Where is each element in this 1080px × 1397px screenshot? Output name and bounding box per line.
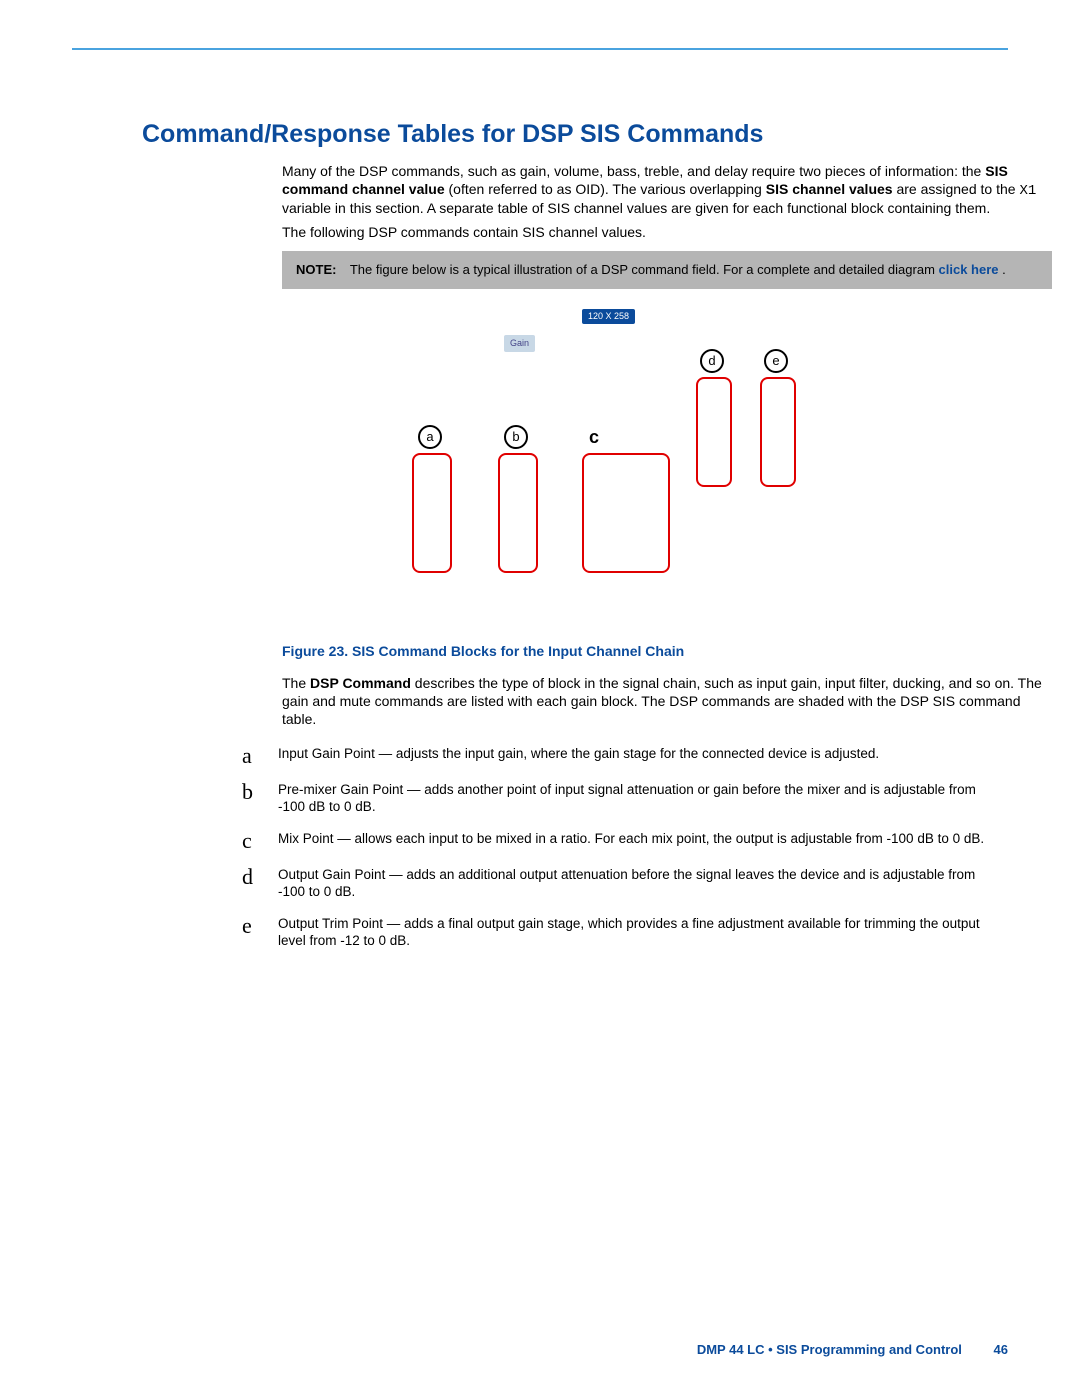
page: Command/Response Tables for DSP SIS Comm… [0,0,1080,1397]
body-column: Many of the DSP commands, such as gain, … [282,163,1052,950]
list-item: d Output Gain Point — adds an additional… [242,866,1052,901]
diagram-marker-c: c [582,425,606,449]
diagram-marker-b: b [504,425,528,449]
intro-text-3: (often referred to as OID). The various … [449,181,766,197]
note-link[interactable]: click here [939,262,999,277]
list-text-c: Mix Point — allows each input to be mixe… [278,830,984,852]
note-label: NOTE: [296,262,336,277]
figure-number: Figure 23. [282,643,348,659]
list-text-b: Pre-mixer Gain Point — adds another poin… [278,781,998,816]
list-text-d: Output Gain Point — adds an additional o… [278,866,998,901]
red-box-e [760,377,796,487]
figure-caption: Figure 23. SIS Command Blocks for the In… [282,643,1052,661]
intro-text-1: Many of the DSP commands, such as gain, … [282,163,985,179]
red-box-a [412,453,452,573]
note-box: NOTE: The figure below is a typical illu… [282,251,1052,289]
red-box-d [696,377,732,487]
after-fig-2: DSP Command [310,675,411,691]
after-fig-1: The [282,675,310,691]
list-letter-c: c [242,830,278,852]
page-footer: DMP 44 LC • SIS Programming and Control … [697,1342,1008,1357]
red-box-c [582,453,670,573]
intro-paragraph-2: The following DSP commands contain SIS c… [282,224,1052,242]
top-rule [72,48,1008,50]
list-letter-a: a [242,745,278,767]
footer-title: DMP 44 LC • SIS Programming and Control [697,1342,962,1357]
intro-text-4: SIS channel values [766,181,897,197]
red-box-b [498,453,538,573]
list-item: e Output Trim Point — adds a final outpu… [242,915,1052,950]
diagram-marker-a: a [418,425,442,449]
list-text-a: Input Gain Point — adjusts the input gai… [278,745,879,767]
diagram-marker-d: d [700,349,724,373]
diagram-marker-e: e [764,349,788,373]
intro-text-6: variable in this section. A separate tab… [282,200,990,216]
figure-title: SIS Command Blocks for the Input Channel… [352,643,684,659]
footer-page-number: 46 [994,1342,1008,1357]
list-letter-d: d [242,866,278,901]
list-letter-e: e [242,915,278,950]
after-figure-paragraph: The DSP Command describes the type of bl… [282,674,1052,729]
intro-paragraph: Many of the DSP commands, such as gain, … [282,163,1052,218]
intro-variable: X1 [1019,183,1036,199]
section-heading: Command/Response Tables for DSP SIS Comm… [142,120,1008,149]
list-item: b Pre-mixer Gain Point — adds another po… [242,781,1052,816]
list-item: a Input Gain Point — adjusts the input g… [242,745,1052,767]
list-text-e: Output Trim Point — adds a final output … [278,915,998,950]
sis-block-diagram: 120 X 258 Gain a b c d e [282,305,1052,635]
note-text-1: The figure below is a typical illustrati… [350,262,939,277]
note-text-2: . [1002,262,1006,277]
list-item: c Mix Point — allows each input to be mi… [242,830,1052,852]
intro-text-5: are assigned to the [896,181,1019,197]
list-letter-b: b [242,781,278,816]
gain-label: Gain [504,335,535,352]
dimension-pill: 120 X 258 [582,309,635,324]
lettered-list: a Input Gain Point — adjusts the input g… [242,745,1052,950]
